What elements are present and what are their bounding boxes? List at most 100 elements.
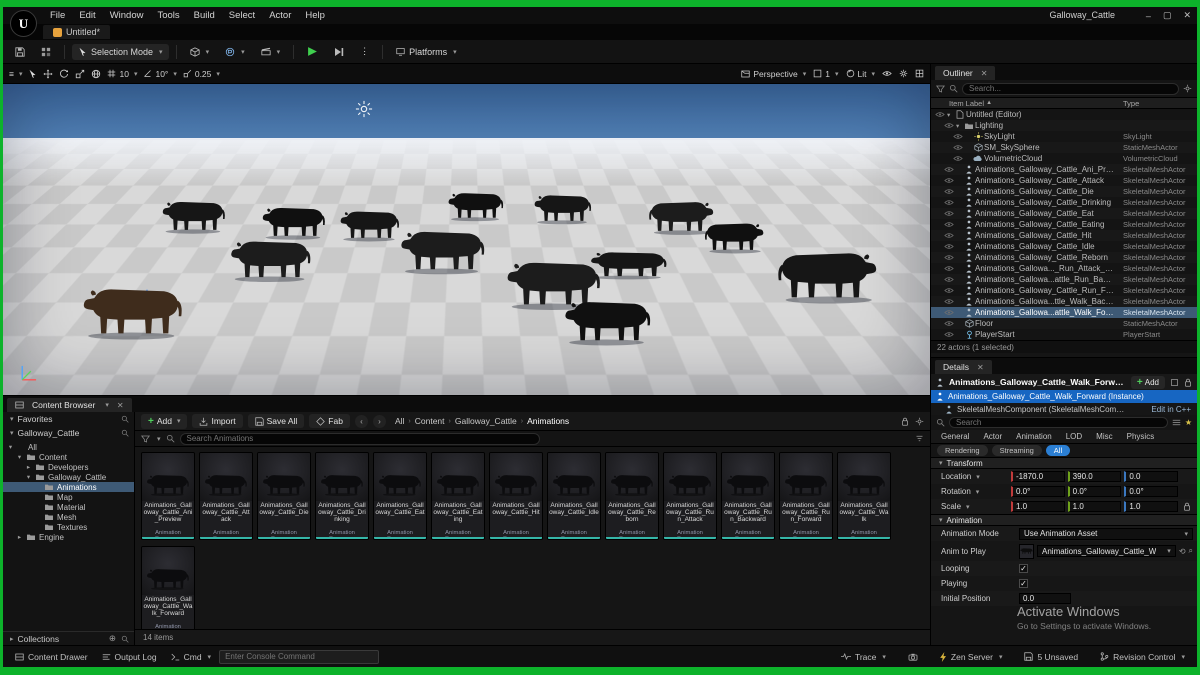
revision-control-dropdown[interactable]: Revision Control ▾ xyxy=(1094,650,1191,664)
outliner-row[interactable]: Animations_Galloway_Cattle_Ani_Preview Sk… xyxy=(931,164,1197,175)
outliner-row[interactable]: Animations_Galloway_Cattle_Die SkeletalMe… xyxy=(931,186,1197,197)
outliner-row[interactable]: ▾ Lighting xyxy=(931,120,1197,131)
sun-light-widget[interactable] xyxy=(355,100,373,118)
expander-icon[interactable]: ▸ xyxy=(25,463,32,471)
outliner-row[interactable]: Animations_Galloway_Cattle_Eating Skeleta… xyxy=(931,219,1197,230)
close-icon[interactable]: ✕ xyxy=(117,401,124,410)
playing-checkbox[interactable]: ✓ xyxy=(1019,579,1028,588)
platforms-dropdown[interactable]: Platforms ▾ xyxy=(390,44,463,60)
expander-icon[interactable]: ▾ xyxy=(947,111,954,119)
asset-tile[interactable]: Animations_Galloway_Cattle_Ani_Preview An… xyxy=(141,452,195,540)
favorite-star-icon[interactable]: ★ xyxy=(1185,418,1192,427)
cattle-actor[interactable] xyxy=(703,218,765,254)
details-tab-misc[interactable]: Misc xyxy=(1090,431,1118,442)
lock-icon[interactable] xyxy=(901,417,909,426)
details-tab-general[interactable]: General xyxy=(935,431,975,442)
outliner-row[interactable]: Animations_Gallowa...ttle_Walk_Backward S… xyxy=(931,296,1197,307)
component-row[interactable]: SkeletalMeshComponent (SkeletalMeshCompo… xyxy=(931,403,1197,415)
forward-button[interactable]: › xyxy=(372,414,386,428)
maximize-button[interactable]: ▢ xyxy=(1163,10,1172,21)
outliner-row[interactable]: Animations_Gallowa...attle_Walk_Forward S… xyxy=(931,307,1197,318)
play-button[interactable] xyxy=(301,43,324,60)
viewport-settings-icon[interactable] xyxy=(899,69,908,78)
outliner-row[interactable]: Animations_Galloway_Cattle_Eat SkeletalMe… xyxy=(931,208,1197,219)
visibility-eye-icon[interactable] xyxy=(942,188,956,195)
use-selected-icon[interactable]: ⟲ xyxy=(1179,547,1186,556)
sort-settings-icon[interactable] xyxy=(915,434,924,443)
outliner-row[interactable]: VolumetricCloud VolumetricCloud xyxy=(931,153,1197,164)
visibility-eye-icon[interactable] xyxy=(942,122,956,129)
rotation-x-field[interactable]: 0.0° xyxy=(1011,486,1065,497)
asset-tile[interactable]: Animations_Galloway_Cattle_Eat Animation … xyxy=(373,452,427,540)
outliner-row[interactable]: Animations_Galloway_Cattle_Idle SkeletalM… xyxy=(931,241,1197,252)
animation-mode-dropdown[interactable]: Use Animation Asset ▾ xyxy=(1019,527,1193,540)
tree-item-engine[interactable]: ▸ Engine xyxy=(3,532,134,542)
asset-tile[interactable]: Animations_Galloway_Cattle_Run_Backward A… xyxy=(721,452,775,540)
asset-tile[interactable]: Animations_Galloway_Cattle_Attack Animati… xyxy=(199,452,253,540)
source-filter-header[interactable]: ▾ Galloway_Cattle xyxy=(3,426,134,440)
lock-icon[interactable] xyxy=(1184,378,1192,387)
asset-tile[interactable]: Animations_Galloway_Cattle_Reborn Animati… xyxy=(605,452,659,540)
asset-tile[interactable]: Animations_Galloway_Cattle_Walk Animation… xyxy=(837,452,891,540)
lit-mode-dropdown[interactable]: Lit ▾ xyxy=(846,69,875,79)
rotation-snap-dropdown[interactable]: 10° ▾ xyxy=(143,69,177,79)
save-level-button[interactable] xyxy=(9,44,31,60)
level-tab[interactable]: Untitled* xyxy=(43,25,111,39)
tree-item-material[interactable]: Material xyxy=(3,502,134,512)
details-tab-actor[interactable]: Actor xyxy=(977,431,1008,442)
edit-in-cpp-link[interactable]: Edit in C++ xyxy=(1151,405,1191,414)
outliner-row[interactable]: ▾ Untitled (Editor) xyxy=(931,109,1197,120)
add-collection-icon[interactable]: ⊕ xyxy=(109,633,116,644)
cinematics-dropdown[interactable]: ▾ xyxy=(255,44,287,59)
transform-label[interactable]: Location ▾ xyxy=(935,472,1011,481)
tree-item-textures[interactable]: Textures xyxy=(3,522,134,532)
expander-icon[interactable]: ▾ xyxy=(956,122,963,130)
asset-tile[interactable]: Animations_Galloway_Cattle_Run_Attack Ani… xyxy=(663,452,717,540)
visibility-eye-icon[interactable] xyxy=(942,232,956,239)
tree-item-animations[interactable]: Animations xyxy=(3,482,134,492)
save-all-button[interactable]: Save All xyxy=(247,414,305,428)
quick-add-dropdown[interactable]: ▾ xyxy=(184,44,216,60)
expander-icon[interactable]: ▸ xyxy=(16,533,23,541)
selection-mode-dropdown[interactable]: Selection Mode ▾ xyxy=(72,43,169,60)
visibility-eye-icon[interactable] xyxy=(942,221,956,228)
add-component-button[interactable]: + Add xyxy=(1130,375,1165,389)
tree-item-all[interactable]: ▾ All xyxy=(3,442,134,452)
filter-chip-rendering[interactable]: Rendering xyxy=(937,445,988,456)
viewport-canvas[interactable] xyxy=(3,84,930,395)
trace-dropdown[interactable]: Trace ▾ xyxy=(835,650,892,664)
details-view-options-icon[interactable] xyxy=(1172,418,1181,427)
menu-file[interactable]: File xyxy=(43,8,72,23)
transform-label[interactable]: Scale ▾ xyxy=(935,502,1011,511)
cattle-actor[interactable] xyxy=(161,196,227,234)
outliner-row[interactable]: Floor StaticMeshActor xyxy=(931,318,1197,329)
visibility-eye-icon[interactable] xyxy=(933,111,947,118)
expander-icon[interactable]: ▾ xyxy=(25,473,32,481)
asset-tile[interactable]: Animations_Galloway_Cattle_Run_Forward An… xyxy=(779,452,833,540)
console-command-input[interactable] xyxy=(219,649,380,664)
cattle-actor[interactable] xyxy=(775,244,879,304)
asset-tile[interactable]: Animations_Galloway_Cattle_Eating Animati… xyxy=(431,452,485,540)
visibility-eye-icon[interactable] xyxy=(942,265,956,272)
content-drawer-button[interactable]: Content Drawer xyxy=(9,650,94,664)
breadcrumb-item[interactable]: Animations xyxy=(527,416,569,426)
scale-tool-icon[interactable] xyxy=(75,69,85,79)
browse-to-asset-icon[interactable]: ⌕ xyxy=(1189,546,1193,556)
lock-icon[interactable] xyxy=(1183,502,1191,511)
transform-section-header[interactable]: ▾ Transform xyxy=(931,457,1197,469)
transform-label[interactable]: Rotation ▾ xyxy=(935,487,1011,496)
visibility-eye-icon[interactable] xyxy=(942,177,956,184)
select-tool-icon[interactable] xyxy=(28,69,37,78)
tree-item-map[interactable]: Map xyxy=(3,492,134,502)
cattle-actor[interactable] xyxy=(339,206,401,242)
import-button[interactable]: Import xyxy=(192,414,243,428)
outliner-row[interactable]: Animations_Galloway_Cattle_Run_Forward Sk… xyxy=(931,285,1197,296)
favorites-header[interactable]: ▾ Favorites xyxy=(3,412,134,426)
cattle-actor[interactable] xyxy=(533,190,593,225)
viewport-menu-icon[interactable]: ≡ ▾ xyxy=(9,69,22,79)
menu-window[interactable]: Window xyxy=(103,8,151,23)
visibility-eye-icon[interactable] xyxy=(942,331,956,338)
filter-chip-streaming[interactable]: Streaming xyxy=(991,445,1042,456)
outliner-search-input[interactable] xyxy=(962,82,1179,95)
details-tab[interactable]: Details ✕ xyxy=(935,360,992,374)
